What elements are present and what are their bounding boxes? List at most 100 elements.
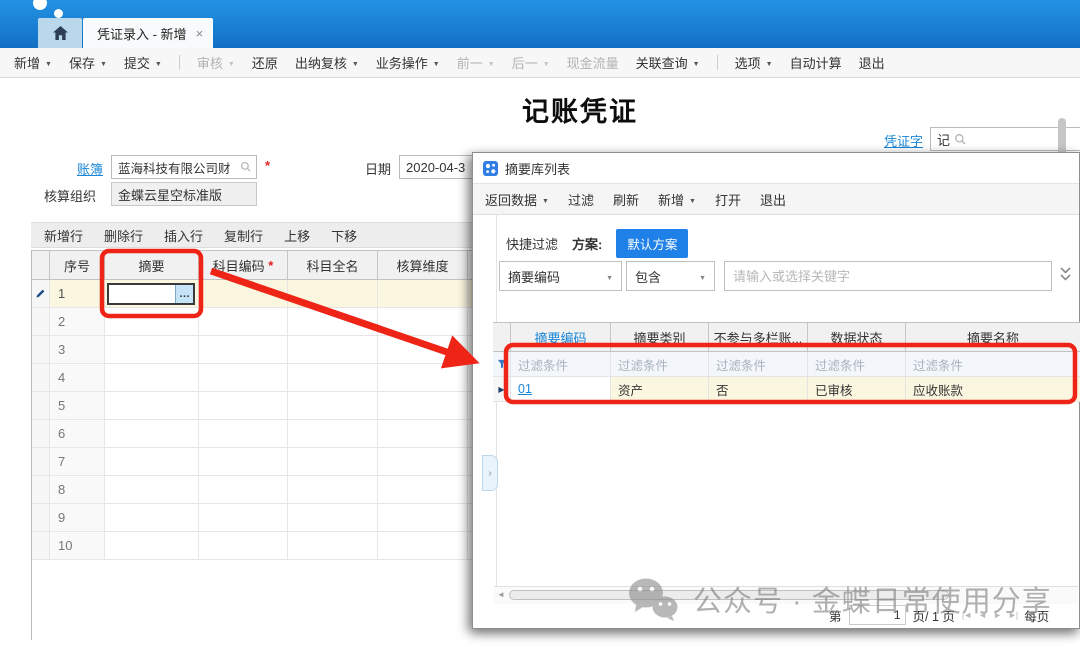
account-name-cell[interactable] <box>288 280 378 307</box>
chevron-down-icon[interactable] <box>693 55 700 70</box>
dialog-icon <box>483 161 498 176</box>
cell-summary-name[interactable]: 应收账款 <box>906 377 1080 401</box>
required-asterisk: * <box>265 158 270 173</box>
scroll-left-icon[interactable]: ◄ <box>497 590 505 599</box>
chevron-down-icon <box>228 55 235 70</box>
header-multicolumn[interactable]: 不参与多栏账... <box>709 323 808 351</box>
quick-filter-row: 快捷过滤 方案: 默认方案 <box>506 229 688 258</box>
filter-cell[interactable]: 过滤条件 <box>906 352 1080 376</box>
cell-summary-code[interactable]: 01 <box>511 377 611 401</box>
page-title: 记账凭证 <box>440 90 720 129</box>
header-summary-code[interactable]: 摘要编码 <box>511 323 611 351</box>
header-summary-type[interactable]: 摘要类别 <box>611 323 709 351</box>
voucher-word-link[interactable]: 凭证字 <box>884 131 923 150</box>
grid-copy-row[interactable]: 复制行 <box>224 226 263 245</box>
horizontal-scrollbar[interactable]: ◄ <box>494 586 1078 604</box>
ellipsis-lookup-button[interactable]: … <box>175 285 193 303</box>
toolbar-restore[interactable]: 还原 <box>252 53 278 72</box>
toolbar-save[interactable]: 保存 <box>69 53 107 72</box>
toolbar-cash-flow: 现金流量 <box>567 53 619 72</box>
dialog-exit[interactable]: 退出 <box>760 190 786 209</box>
home-icon <box>52 25 69 41</box>
chevron-down-icon[interactable] <box>45 55 52 70</box>
collapse-panel-handle[interactable]: › <box>482 455 498 491</box>
dialog-new[interactable]: 新增 <box>658 190 696 209</box>
toolbar-cashier-review[interactable]: 出纳复核 <box>295 53 359 72</box>
chevron-down-icon[interactable] <box>352 55 359 70</box>
summary-table-header: 摘要编码 摘要类别 不参与多栏账... 数据状态 摘要名称 <box>493 322 1080 352</box>
filter-cell[interactable]: 过滤条件 <box>808 352 906 376</box>
chevron-down-icon[interactable] <box>155 55 162 70</box>
double-chevron-down-icon[interactable] <box>1059 267 1072 283</box>
filter-cell[interactable]: 过滤条件 <box>709 352 808 376</box>
dialog-refresh[interactable]: 刷新 <box>613 190 639 209</box>
grid-header-seq[interactable]: 序号 <box>50 251 105 279</box>
summary-cell[interactable]: … <box>105 280 199 307</box>
toolbar-options[interactable]: 选项 <box>735 53 773 72</box>
chevron-down-icon[interactable] <box>433 55 440 70</box>
filter-field-select[interactable]: 摘要编码 <box>499 261 622 291</box>
dimension-cell[interactable] <box>378 280 468 307</box>
tab-bar: 凭证录入 - 新增 × <box>38 18 213 48</box>
search-icon[interactable] <box>240 161 252 173</box>
keyword-input[interactable] <box>724 261 1052 291</box>
date-input[interactable]: 2020-04-3 <box>399 155 475 179</box>
tab-voucher-entry[interactable]: 凭证录入 - 新增 × <box>83 18 213 48</box>
last-page-icon[interactable]: ►| <box>1008 610 1017 620</box>
cell-summary-type[interactable]: 资产 <box>611 377 709 401</box>
close-icon[interactable]: × <box>196 26 204 41</box>
toolbar-related-query[interactable]: 关联查询 <box>636 53 700 72</box>
chevron-down-icon <box>488 55 495 70</box>
org-label: 核算组织 <box>44 186 96 205</box>
chevron-down-icon[interactable] <box>689 192 696 207</box>
filter-operator-select[interactable]: 包含 <box>626 261 715 291</box>
tab-home[interactable] <box>38 18 82 48</box>
dialog-filter[interactable]: 过滤 <box>568 190 594 209</box>
summary-editor[interactable]: … <box>107 283 195 305</box>
toolbar-business-ops[interactable]: 业务操作 <box>376 53 440 72</box>
next-page-icon[interactable]: ► <box>993 610 1001 620</box>
current-row-marker: ▶ <box>493 377 511 401</box>
chevron-down-icon[interactable] <box>542 192 549 207</box>
chevron-down-icon[interactable] <box>766 55 773 70</box>
cell-multicolumn[interactable]: 否 <box>709 377 808 401</box>
grid-header-account-code[interactable]: 科目编码 * <box>199 251 288 279</box>
grid-move-down[interactable]: 下移 <box>331 226 357 245</box>
grid-header-account-name[interactable]: 科目全名 <box>288 251 378 279</box>
dialog-return-data[interactable]: 返回数据 <box>485 190 549 209</box>
filter-cell[interactable]: 过滤条件 <box>511 352 611 376</box>
chevron-down-icon <box>543 55 550 70</box>
default-scheme-button[interactable]: 默认方案 <box>616 229 688 258</box>
header-summary-name[interactable]: 摘要名称 <box>906 323 1080 351</box>
dialog-open[interactable]: 打开 <box>715 190 741 209</box>
toolbar-exit[interactable]: 退出 <box>859 53 885 72</box>
toolbar-new[interactable]: 新增 <box>14 53 52 72</box>
search-icon[interactable] <box>954 133 967 146</box>
summary-editor-input[interactable] <box>109 285 175 303</box>
filter-cell[interactable]: 过滤条件 <box>611 352 709 376</box>
grid-delete-row[interactable]: 删除行 <box>104 226 143 245</box>
account-book-link[interactable]: 账簿 <box>77 159 103 178</box>
grid-add-row[interactable]: 新增行 <box>44 226 83 245</box>
header-data-status[interactable]: 数据状态 <box>808 323 906 351</box>
grid-header-dimension[interactable]: 核算维度 <box>378 251 468 279</box>
grid-move-up[interactable]: 上移 <box>284 226 310 245</box>
cell-data-status[interactable]: 已审核 <box>808 377 906 401</box>
tab-label: 凭证录入 - 新增 <box>97 24 187 43</box>
scrollbar-thumb[interactable] <box>509 590 949 600</box>
account-code-cell[interactable] <box>199 280 288 307</box>
first-page-icon[interactable]: |◄ <box>962 610 971 620</box>
toolbar-audit: 审核 <box>197 53 235 72</box>
grid-header-summary[interactable]: 摘要 <box>105 251 199 279</box>
chevron-down-icon[interactable] <box>100 55 107 70</box>
toolbar-auto-calc[interactable]: 自动计算 <box>790 53 842 72</box>
toolbar-next: 后一 <box>512 53 550 72</box>
account-book-input[interactable]: 蓝海科技有限公司财 <box>111 155 257 179</box>
grid-insert-row[interactable]: 插入行 <box>164 226 203 245</box>
table-row[interactable]: ▶ 01 资产 否 已审核 应收账款 <box>493 377 1080 402</box>
toolbar-previous: 前一 <box>457 53 495 72</box>
page-number-input[interactable] <box>849 605 906 625</box>
prev-page-icon[interactable]: ◄ <box>978 610 986 620</box>
toolbar-submit[interactable]: 提交 <box>124 53 162 72</box>
dialog-title-bar[interactable]: 摘要库列表 <box>473 153 1079 184</box>
